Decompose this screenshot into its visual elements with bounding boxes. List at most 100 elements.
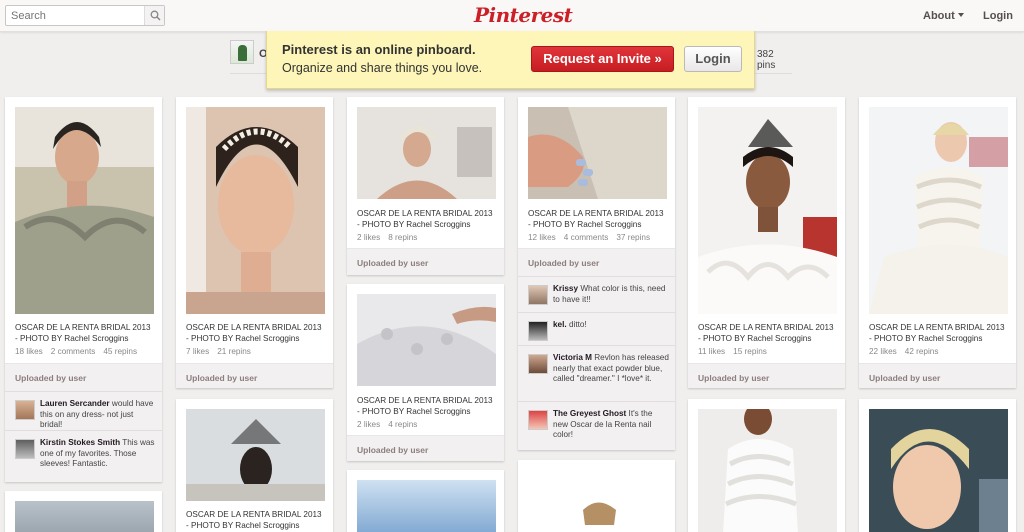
- pin-card[interactable]: [5, 491, 162, 532]
- commenter-avatar[interactable]: [528, 285, 548, 305]
- pin-card[interactable]: OSCAR DE LA RENTA BRIDAL 2013 - PHOTO BY…: [176, 97, 333, 388]
- banner-subtext: Organize and share things you love.: [282, 61, 483, 75]
- repins-count: 4 repins: [388, 420, 418, 429]
- pin-description: OSCAR DE LA RENTA BRIDAL 2013 - PHOTO BY…: [528, 209, 664, 229]
- pin-description: OSCAR DE LA RENTA BRIDAL 2013 - PHOTO BY…: [698, 323, 834, 343]
- pin-stats: 7 likes 21 repins: [186, 347, 259, 356]
- pin-image[interactable]: [698, 107, 837, 314]
- pin-card[interactable]: OSCAR DE LA RENTA BRIDAL 2013 - PHOTO BY…: [347, 284, 504, 461]
- commenter-avatar[interactable]: [528, 410, 548, 430]
- pinterest-logo[interactable]: Pinterest: [474, 3, 573, 27]
- pin-description: OSCAR DE LA RENTA BRIDAL 2013 - PHOTO BY…: [186, 510, 322, 530]
- commenter-avatar[interactable]: [15, 400, 35, 420]
- commenter-name[interactable]: The Greyest Ghost: [553, 409, 626, 418]
- comment: The Greyest Ghost It's the new Oscar de …: [518, 401, 675, 450]
- pin-card[interactable]: [688, 399, 845, 532]
- pin-image[interactable]: [15, 501, 154, 532]
- repins-count: 21 repins: [217, 347, 251, 356]
- comment: Victoria M Revlon has released nearly th…: [518, 345, 675, 401]
- uploaded-by: Uploaded by user: [5, 363, 162, 391]
- likes-count: 11 likes: [698, 347, 726, 356]
- pin-card[interactable]: OSCAR DE LA RENTA BRIDAL 2013 - PHOTO BY…: [347, 97, 504, 275]
- pin-image[interactable]: [869, 107, 1008, 314]
- search-icon: [150, 10, 161, 21]
- pin-card[interactable]: OSCAR DE LA RENTA BRIDAL 2013 - PHOTO BY…: [518, 97, 675, 450]
- comment: Krissy What color is this, need to have …: [518, 276, 675, 312]
- repins-count: 42 repins: [904, 347, 939, 356]
- comment: Lauren Sercander would have this on any …: [5, 391, 162, 430]
- chevron-down-icon: [957, 13, 964, 17]
- repins-count: 15 repins: [733, 347, 767, 356]
- commenter-avatar[interactable]: [15, 439, 35, 459]
- banner-headline: Pinterest is an online pinboard.: [282, 42, 476, 57]
- pin-stats: 2 likes 8 repins: [357, 233, 425, 242]
- pin-stats: 12 likes 4 comments 37 repins: [528, 233, 658, 242]
- pin-stats: 22 likes 42 repins: [869, 347, 946, 356]
- likes-count: 7 likes: [186, 347, 210, 356]
- likes-count: 22 likes: [869, 347, 897, 356]
- pin-stats: 18 likes 2 comments 45 repins: [15, 347, 145, 356]
- search-input[interactable]: [6, 6, 146, 25]
- pin-stats: 11 likes 15 repins: [698, 347, 775, 356]
- search-box: [5, 5, 165, 26]
- login-link[interactable]: Login: [983, 10, 1013, 22]
- commenter-name[interactable]: Kirstin Stokes Smith: [40, 438, 120, 447]
- uploaded-by: Uploaded by user: [518, 248, 675, 276]
- pin-description: OSCAR DE LA RENTA BRIDAL 2013 - PHOTO BY…: [357, 396, 493, 416]
- pin-card[interactable]: OSCAR DE LA RENTA BRIDAL 2013 - PHOTO BY…: [5, 97, 162, 482]
- commenter-name[interactable]: Lauren Sercander: [40, 399, 110, 408]
- comment-text: ditto!: [568, 320, 587, 329]
- pin-description: OSCAR DE LA RENTA BRIDAL 2013 - PHOTO BY…: [357, 209, 493, 229]
- comment: kel. ditto!: [518, 312, 675, 345]
- commenter-avatar[interactable]: [528, 354, 548, 374]
- uploaded-by: Uploaded by user: [176, 363, 333, 388]
- pin-image[interactable]: [357, 294, 496, 386]
- pin-description: OSCAR DE LA RENTA BRIDAL 2013 - PHOTO BY…: [15, 323, 151, 343]
- commenter-name[interactable]: kel.: [553, 320, 567, 329]
- pin-image[interactable]: [357, 107, 496, 199]
- about-menu[interactable]: About: [923, 10, 964, 22]
- pin-image[interactable]: [186, 409, 325, 501]
- pin-image[interactable]: [15, 107, 154, 314]
- pin-card[interactable]: OSCAR DE LA RENTA BRIDAL 2013 - PHOTO BY…: [688, 97, 845, 388]
- pin-description: OSCAR DE LA RENTA BRIDAL 2013 - PHOTO BY…: [869, 323, 1005, 343]
- pin-image[interactable]: [869, 409, 1008, 532]
- uploaded-by: Uploaded by user: [688, 363, 845, 388]
- repins-count: 45 repins: [103, 347, 138, 356]
- uploaded-by: Uploaded by user: [347, 248, 504, 275]
- pin-description: OSCAR DE LA RENTA BRIDAL 2013 - PHOTO BY…: [186, 323, 322, 343]
- commenter-name[interactable]: Victoria M: [553, 353, 592, 362]
- about-label: About: [923, 10, 955, 22]
- pin-image[interactable]: [186, 107, 325, 314]
- likes-count: 12 likes: [528, 233, 556, 242]
- pin-image[interactable]: [698, 409, 837, 532]
- invite-banner: Pinterest is an online pinboard. Organiz…: [266, 31, 755, 89]
- uploaded-by: Uploaded by user: [859, 363, 1016, 388]
- commenter-name[interactable]: Krissy: [553, 284, 578, 293]
- pin-card[interactable]: OSCAR DE LA RENTA BRIDAL 2013 - PHOTO BY…: [859, 97, 1016, 388]
- uploaded-by: Uploaded by user: [347, 435, 504, 461]
- search-button[interactable]: [144, 6, 164, 25]
- request-invite-button[interactable]: Request an Invite »: [531, 46, 674, 72]
- likes-count: 2 likes: [357, 420, 381, 429]
- comments-count: 4 comments: [563, 233, 609, 242]
- pin-image[interactable]: [528, 470, 667, 532]
- comment: Kirstin Stokes Smith This was one of my …: [5, 430, 162, 482]
- pin-card[interactable]: OSCAR DE LA RENTA BRIDAL 2013 - PHOTO BY…: [176, 399, 333, 532]
- repins-count: 8 repins: [388, 233, 418, 242]
- banner-login-button[interactable]: Login: [684, 46, 742, 72]
- pin-image[interactable]: [357, 480, 496, 532]
- board-owner-avatar[interactable]: [230, 40, 254, 64]
- pin-card[interactable]: [347, 470, 504, 532]
- pin-card[interactable]: [518, 460, 675, 532]
- likes-count: 18 likes: [15, 347, 43, 356]
- repins-count: 37 repins: [616, 233, 651, 242]
- commenter-avatar[interactable]: [528, 321, 548, 341]
- likes-count: 2 likes: [357, 233, 381, 242]
- pin-stats: 2 likes 4 repins: [357, 420, 425, 429]
- top-bar: Pinterest About Login: [0, 0, 1024, 32]
- comments-count: 2 comments: [50, 347, 96, 356]
- pin-count: 382 pins: [757, 49, 776, 71]
- pin-image[interactable]: [528, 107, 667, 199]
- pin-card[interactable]: [859, 399, 1016, 532]
